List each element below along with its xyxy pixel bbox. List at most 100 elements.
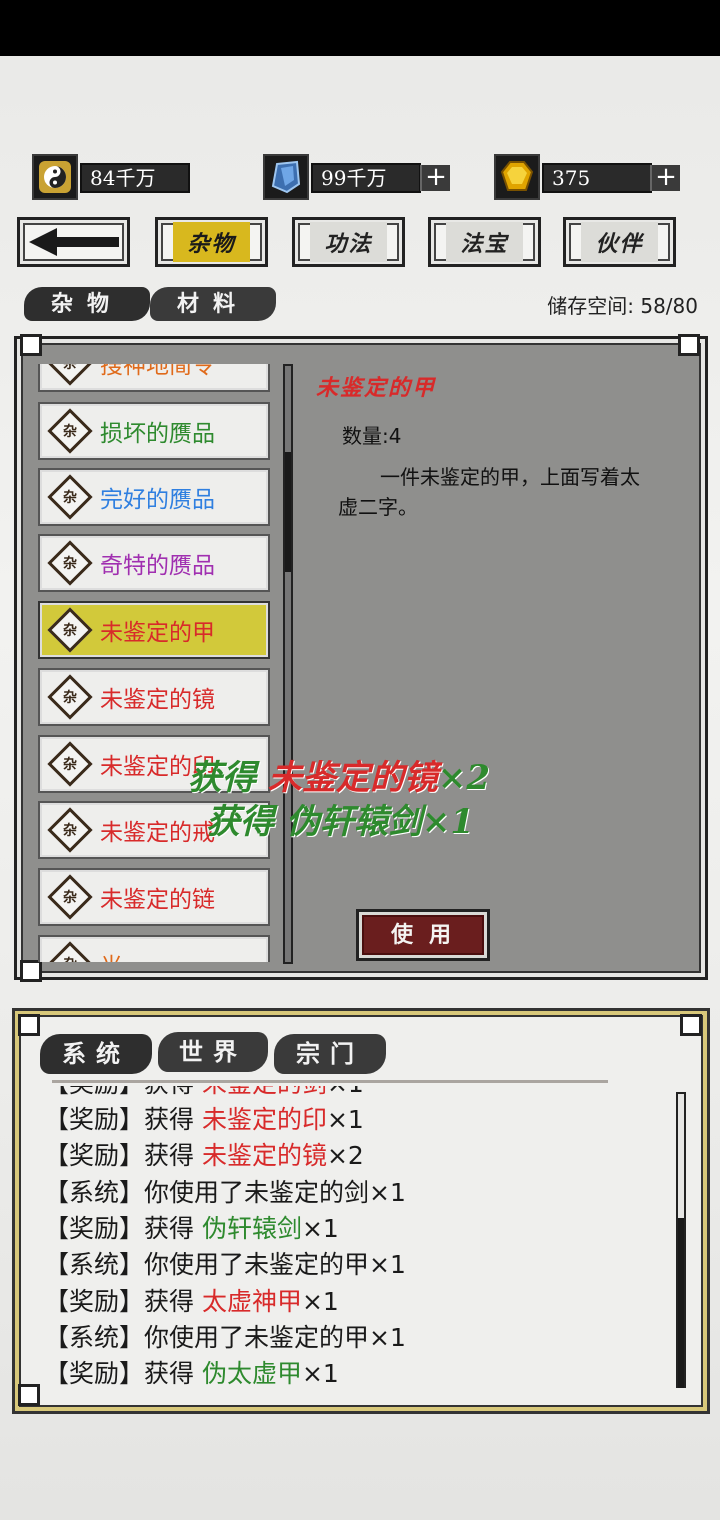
log-tag: 【系统】 xyxy=(44,1323,145,1352)
log-item: 未鉴定的印 xyxy=(201,1105,327,1134)
log-line: 【奖励】获得 太虚神甲×1 xyxy=(44,1282,339,1318)
back-arrow-icon xyxy=(28,228,119,256)
toast-count: ×1 xyxy=(421,802,474,842)
tab-companions[interactable]: 伙伴 xyxy=(563,217,676,267)
item-list-scrollbar[interactable] xyxy=(283,364,293,964)
list-item-selected[interactable]: 杂 未鉴定的甲 xyxy=(38,601,270,659)
item-name: 奇特的赝品 xyxy=(100,553,215,579)
item-name: 未鉴定的甲 xyxy=(100,620,215,646)
badge-label: 杂 xyxy=(63,690,77,706)
subtab-misc[interactable]: 杂物 xyxy=(24,287,150,321)
item-name: 光 xyxy=(100,947,123,962)
log-tag: 【奖励】 xyxy=(44,1141,145,1170)
log-line: 【奖励】获得 未鉴定的剑×1 xyxy=(44,1086,364,1100)
tab-treasures-label: 法宝 xyxy=(446,222,523,262)
misc-badge-icon: 杂 xyxy=(47,807,93,853)
log-text: 获得 xyxy=(144,1359,202,1388)
resource-coin xyxy=(32,154,78,200)
tab-misc[interactable]: 杂物 xyxy=(155,217,268,267)
use-button[interactable]: 使用 xyxy=(356,909,490,961)
panel-corner-ornament xyxy=(18,1014,40,1036)
log-text: 你使用了未鉴定的甲×1 xyxy=(144,1323,406,1352)
item-name: 未鉴定的链 xyxy=(100,887,215,913)
storage-capacity: 储存空间: 58/80 xyxy=(547,294,698,318)
crystal-amount: 99千万 xyxy=(311,163,421,193)
panel-corner-ornament xyxy=(20,334,42,356)
log-suffix: ×1 xyxy=(301,1359,339,1388)
channel-tab-system[interactable]: 系统 xyxy=(40,1034,152,1074)
log-tag: 【奖励】 xyxy=(44,1287,145,1316)
misc-badge-icon: 杂 xyxy=(47,408,93,454)
panel-corner-ornament xyxy=(678,334,700,356)
misc-badge-icon: 杂 xyxy=(47,941,93,962)
reward-toast: 获得 未鉴定的镜×2 xyxy=(188,750,490,799)
misc-badge-icon: 杂 xyxy=(47,674,93,720)
blue-crystal-icon xyxy=(263,154,309,200)
log-text: 获得 xyxy=(144,1105,202,1134)
log-divider xyxy=(52,1080,608,1083)
log-item: 伪轩辕剑 xyxy=(201,1214,302,1243)
item-name: 未鉴定的戒 xyxy=(100,820,215,846)
log-suffix: ×1 xyxy=(301,1287,339,1316)
add-gem-button[interactable]: + xyxy=(650,164,680,191)
list-item[interactable]: 杂 完好的赝品 xyxy=(38,468,270,526)
log-text: 你使用了未鉴定的甲×1 xyxy=(144,1250,406,1279)
log-text: 获得 xyxy=(144,1287,202,1316)
tab-misc-label: 杂物 xyxy=(173,222,250,262)
item-detail-title: 未鉴定的甲 xyxy=(316,375,437,401)
scrollbar-thumb[interactable] xyxy=(678,1218,684,1388)
back-button[interactable] xyxy=(17,217,130,267)
misc-badge-icon: 杂 xyxy=(47,741,93,787)
misc-badge-icon: 杂 xyxy=(47,607,93,653)
list-item[interactable]: 杂 光 xyxy=(38,935,270,962)
list-item[interactable]: 杂 损坏的赝品 xyxy=(38,402,270,460)
log-tag: 【奖励】 xyxy=(44,1214,145,1243)
add-crystal-button[interactable]: + xyxy=(420,164,450,191)
scrollbar-thumb[interactable] xyxy=(285,452,291,572)
log-tag: 【奖励】 xyxy=(44,1105,145,1134)
channel-tab-world[interactable]: 世界 xyxy=(158,1032,268,1072)
list-item[interactable]: 杂 奇特的赝品 xyxy=(38,534,270,592)
misc-badge-icon: 杂 xyxy=(47,364,93,386)
badge-label: 杂 xyxy=(63,890,77,906)
misc-badge-icon: 杂 xyxy=(47,540,93,586)
log-tag: 【系统】 xyxy=(44,1178,145,1207)
item-name: 损坏的赝品 xyxy=(100,421,215,447)
log-line: 【奖励】获得 未鉴定的印×1 xyxy=(44,1100,364,1136)
channel-tab-sect[interactable]: 宗门 xyxy=(274,1034,386,1074)
badge-label: 杂 xyxy=(63,490,77,506)
list-item[interactable]: 杂 未鉴定的链 xyxy=(38,868,270,926)
gem-amount: 375 xyxy=(542,163,652,193)
log-text: 获得 xyxy=(144,1214,202,1243)
panel-corner-ornament xyxy=(680,1014,702,1036)
log-line: 【系统】你使用了未鉴定的剑×1 xyxy=(44,1173,406,1209)
log-suffix: ×1 xyxy=(327,1086,364,1098)
badge-label: 杂 xyxy=(63,424,77,440)
log-scrollbar[interactable] xyxy=(676,1092,686,1388)
list-item[interactable]: 杂 未鉴定的镜 xyxy=(38,668,270,726)
item-list[interactable]: 杂 搜神地简令 杂 损坏的赝品 杂 完好的赝品 杂 奇特的赝品 杂 未鉴定的甲 … xyxy=(38,364,272,962)
toast-prefix: 获得 xyxy=(206,802,286,842)
log-list: 【奖励】获得 未鉴定的剑×1 【奖励】获得 未鉴定的印×1 【奖励】获得 未鉴定… xyxy=(0,1086,680,1404)
log-line: 【系统】你使用了未鉴定的甲×1 xyxy=(44,1318,406,1354)
log-line: 【奖励】获得 伪太虚甲×1 xyxy=(44,1354,339,1390)
list-item[interactable]: 杂 搜神地简令 xyxy=(38,364,270,392)
log-text: 获得 xyxy=(144,1141,202,1170)
toast-item: 伪轩辕剑 xyxy=(285,802,422,842)
log-item: 太虚神甲 xyxy=(201,1287,302,1316)
badge-label: 杂 xyxy=(63,364,77,372)
log-tag: 【系统】 xyxy=(44,1250,145,1279)
toast-prefix: 获得 xyxy=(188,758,268,798)
status-bar xyxy=(0,0,720,56)
gold-gem-icon xyxy=(494,154,540,200)
tab-treasures[interactable]: 法宝 xyxy=(428,217,541,267)
tab-skills-label: 功法 xyxy=(310,222,387,262)
item-quantity: 数量:4 xyxy=(342,424,402,448)
log-suffix: ×1 xyxy=(326,1105,364,1134)
tab-companions-label: 伙伴 xyxy=(581,222,658,262)
log-text: 获得 xyxy=(144,1086,202,1098)
log-line: 【奖励】获得 伪轩辕剑×1 xyxy=(44,1209,339,1245)
subtab-materials[interactable]: 材料 xyxy=(150,287,276,321)
log-item: 未鉴定的镜 xyxy=(201,1141,327,1170)
tab-skills[interactable]: 功法 xyxy=(292,217,405,267)
